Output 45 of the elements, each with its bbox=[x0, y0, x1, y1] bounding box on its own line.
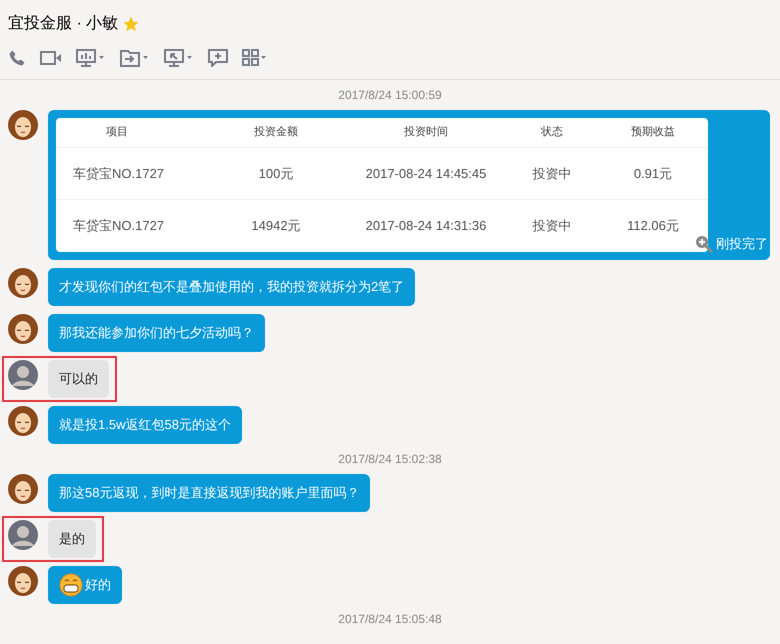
avatar-icon bbox=[8, 520, 38, 550]
star-icon bbox=[122, 15, 140, 33]
column-header: 状态 bbox=[540, 124, 564, 140]
column-header: 预期收益 bbox=[630, 125, 676, 140]
column-header: 投资时间 bbox=[403, 125, 449, 140]
message-text: 才发现你们的红包不是叠加使用的，我的投资就拆分为2笔了 bbox=[59, 278, 404, 296]
table-cell-text: 2017-08-24 14:45:45 bbox=[364, 164, 488, 183]
table-cell-text: 2017-08-24 14:31:36 bbox=[364, 217, 488, 236]
cartoon-avatar-icon bbox=[8, 314, 38, 344]
cartoon-avatar-icon bbox=[8, 406, 38, 436]
table-cell-text: 100元 bbox=[258, 164, 294, 183]
cartoon-avatar-icon bbox=[8, 566, 38, 596]
table-cell-text: 车贷宝NO.1727 bbox=[72, 217, 166, 236]
cartoon-avatar-icon bbox=[8, 474, 38, 504]
folder-transfer-icon[interactable] bbox=[120, 48, 150, 66]
apps-grid-icon[interactable] bbox=[242, 48, 268, 66]
phone-icon[interactable] bbox=[8, 48, 26, 66]
message-text: 好的 bbox=[85, 576, 111, 594]
screen-share-icon[interactable] bbox=[76, 48, 106, 66]
table-cell-text: 车贷宝NO.1727 bbox=[72, 164, 166, 183]
table-cell-text: 0.91元 bbox=[632, 164, 674, 183]
table-cell-text: 投资中 bbox=[532, 217, 572, 236]
message-text: 刚投完了 bbox=[716, 235, 768, 254]
timestamp: 2017/8/24 15:02:38 bbox=[338, 452, 442, 466]
timestamp: 2017/8/24 15:05:48 bbox=[338, 612, 442, 626]
column-header: 投资金额 bbox=[253, 124, 299, 140]
timestamp: 2017/8/24 15:00:59 bbox=[338, 88, 442, 102]
cartoon-avatar-icon bbox=[8, 110, 38, 140]
video-camera-icon[interactable] bbox=[40, 50, 62, 66]
table-cell-text: 112.06元 bbox=[626, 217, 680, 236]
zoom-in-icon[interactable] bbox=[694, 234, 714, 254]
remote-desktop-icon[interactable] bbox=[164, 48, 194, 66]
message-text: 那这58元返现，到时是直接返现到我的账户里面吗？ bbox=[59, 484, 360, 502]
column-header: 项目 bbox=[105, 125, 129, 140]
message-text: 那我还能参加你们的七夕活动吗？ bbox=[59, 324, 254, 342]
table-cell-text: 14942元 bbox=[250, 217, 302, 236]
message-text: 就是投1.5w返红包58元的这个 bbox=[59, 416, 231, 434]
message-text: 可以的 bbox=[59, 370, 98, 388]
add-comment-icon[interactable] bbox=[208, 48, 228, 66]
avatar-icon bbox=[8, 360, 38, 390]
table-cell-text: 投资中 bbox=[532, 164, 572, 183]
message-text: 是的 bbox=[59, 530, 85, 548]
window-title: 宜投金服 · 小敏 bbox=[8, 14, 118, 34]
cartoon-avatar-icon bbox=[8, 268, 38, 298]
grinning-face-icon bbox=[59, 573, 83, 597]
